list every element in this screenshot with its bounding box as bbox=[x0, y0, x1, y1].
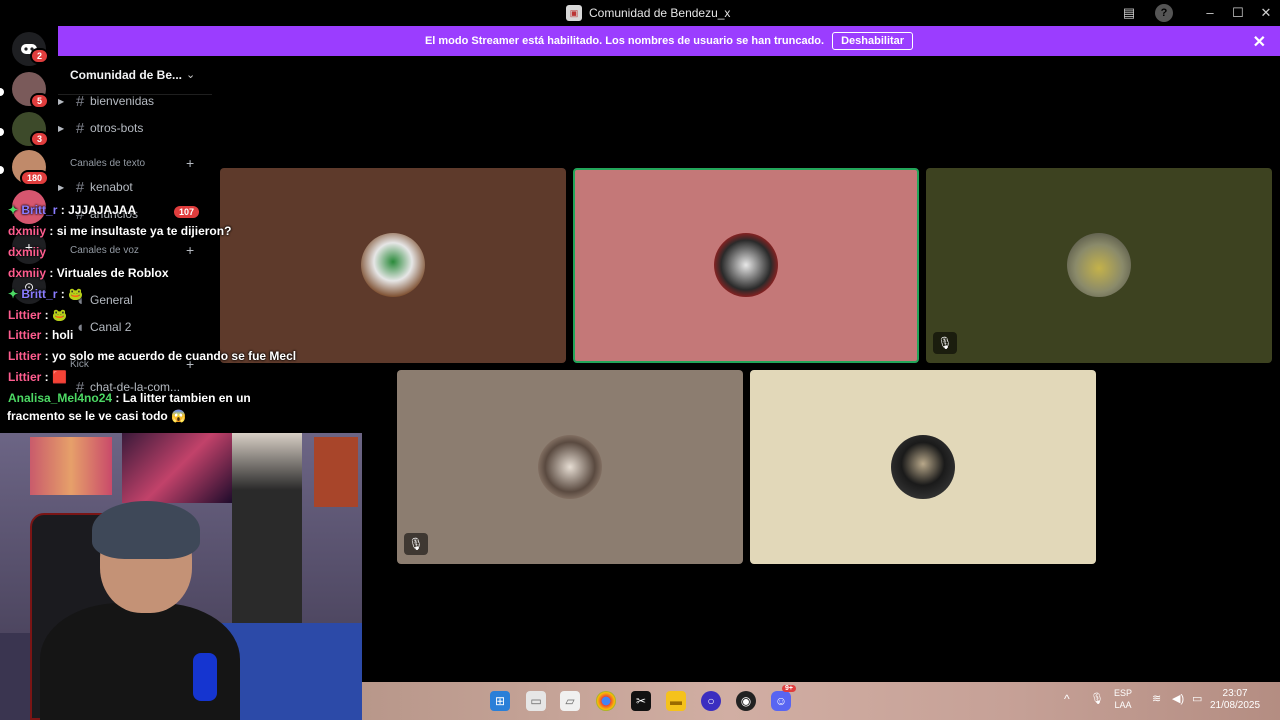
server-badge: 180 bbox=[20, 170, 50, 186]
channel-otros-bots[interactable]: ▶ # otros-bots bbox=[58, 117, 212, 139]
chat-line: Littier : 🐸 bbox=[8, 308, 67, 322]
channel-sidebar: Comunidad de Be... ⌄ ▶ # bienvenidas ▶ #… bbox=[58, 56, 212, 436]
app-icon[interactable]: ○ bbox=[701, 691, 721, 711]
banner-text: El modo Streamer está habilitado. Los no… bbox=[424, 35, 825, 47]
category-voice-channels[interactable]: Canales de voz bbox=[70, 245, 139, 256]
category-text-channels[interactable]: Canales de texto bbox=[70, 158, 145, 169]
emote-icon: 🟥 bbox=[52, 370, 67, 384]
emote-icon: 😱 bbox=[167, 409, 187, 423]
voice-channel-canal-2[interactable]: ◖ Canal 2 bbox=[58, 316, 212, 338]
chat-line: dxmiiy bbox=[8, 245, 47, 259]
caret-icon: ▶ bbox=[58, 182, 65, 192]
chat-line: fracmento se le ve casi todo 😱 bbox=[7, 409, 187, 423]
mic-muted-icon: 🎙 bbox=[404, 533, 428, 555]
channel-label: otros-bots bbox=[90, 121, 144, 135]
channel-label: General bbox=[90, 293, 133, 307]
close-icon[interactable]: ✕ bbox=[1253, 32, 1266, 52]
minimize-button[interactable]: – bbox=[1201, 4, 1219, 22]
obs-icon[interactable]: ◉ bbox=[736, 691, 756, 711]
hash-icon: # bbox=[75, 178, 85, 196]
video-tile[interactable] bbox=[750, 370, 1096, 564]
hash-icon: # bbox=[75, 119, 85, 137]
volume-icon[interactable]: ◀) bbox=[1172, 693, 1184, 705]
wifi-icon[interactable]: ≋ bbox=[1152, 693, 1161, 705]
discord-taskbar-badge: 9+ bbox=[782, 685, 796, 692]
channel-label: Canal 2 bbox=[90, 320, 132, 334]
channel-kenabot[interactable]: ▶ # kenabot bbox=[58, 176, 212, 198]
poster bbox=[314, 437, 358, 507]
home-badge: 2 bbox=[30, 48, 50, 64]
sub-badge-icon: ✦ bbox=[8, 287, 22, 301]
capcut-icon[interactable]: ✂ bbox=[631, 691, 651, 711]
screen: ▣ Comunidad de Bendezu_x ▤ ? – ☐ ✕ El mo… bbox=[0, 0, 1280, 720]
chat-line: Littier : 🟥 bbox=[8, 370, 67, 384]
inbox-icon[interactable]: ▤ bbox=[1120, 4, 1138, 22]
chat-line: dxmiiy : Virtuales de Roblox bbox=[8, 266, 169, 280]
avatar bbox=[891, 435, 955, 499]
sub-badge-icon: ✦ bbox=[8, 203, 22, 217]
unread-indicator bbox=[0, 128, 4, 136]
chat-line: Littier : yo solo me acuerdo de cuando s… bbox=[8, 349, 297, 363]
chevron-down-icon[interactable]: ⌄ bbox=[186, 68, 195, 81]
poster bbox=[122, 433, 234, 503]
video-tile[interactable] bbox=[220, 168, 566, 363]
discord-icon[interactable]: ☺ bbox=[771, 691, 791, 711]
battery-icon[interactable]: ▭ bbox=[1192, 693, 1202, 705]
channel-badge: 107 bbox=[174, 206, 200, 218]
video-tile[interactable]: 🎙 bbox=[926, 168, 1272, 363]
webcam-feed bbox=[0, 433, 362, 720]
channel-label: bienvenidas bbox=[90, 94, 155, 108]
disable-streamer-button[interactable]: Deshabilitar bbox=[832, 32, 914, 50]
chat-line: ✦ Britt_r : JJJAJAJAA bbox=[8, 203, 137, 217]
video-tile-speaking[interactable] bbox=[573, 168, 919, 363]
chat-line: Analisa_Mel4no24 : La litter tambien en … bbox=[8, 391, 251, 405]
caret-icon: ▶ bbox=[58, 96, 65, 106]
server-name[interactable]: Comunidad de Be... bbox=[70, 68, 182, 82]
hash-icon: # bbox=[75, 92, 85, 110]
cutout-figure bbox=[232, 433, 302, 623]
start-icon[interactable]: ⊞ bbox=[490, 691, 510, 711]
add-channel-icon[interactable]: + bbox=[186, 242, 194, 258]
avatar bbox=[538, 435, 602, 499]
unread-indicator bbox=[0, 166, 4, 174]
chat-line: dxmiiy : si me insultaste ya te dijieron… bbox=[8, 224, 232, 238]
emote-icon: 🐸 bbox=[68, 287, 84, 301]
mic-muted-icon: 🎙 bbox=[933, 332, 957, 354]
avatar bbox=[714, 233, 778, 297]
window-title-bar: ▣ Comunidad de Bendezu_x ▤ ? – ☐ ✕ bbox=[0, 0, 1280, 26]
window-title: ▣ Comunidad de Bendezu_x bbox=[566, 5, 730, 21]
chevron-up-icon[interactable]: ^ bbox=[1064, 693, 1070, 705]
taskbar: ⊞ ▭ ▱ ✂ ▬ ○ ◉ ☺ 9+ ^ 🎙 ESP LAA ≋ ◀) ▭ 23… bbox=[362, 682, 1280, 720]
mic-icon[interactable]: 🎙 bbox=[1090, 693, 1104, 705]
window-title-text: Comunidad de Bendezu_x bbox=[589, 6, 731, 20]
unread-indicator bbox=[0, 88, 4, 96]
file-icon[interactable]: ▭ bbox=[526, 691, 546, 711]
microphone bbox=[193, 653, 217, 701]
server-badge: 3 bbox=[30, 131, 50, 147]
person-hair bbox=[92, 501, 200, 559]
chat-line: ✦ Britt_r : 🐸 bbox=[8, 287, 84, 301]
streamer-mode-banner: El modo Streamer está habilitado. Los no… bbox=[58, 26, 1280, 56]
explorer-icon[interactable]: ▬ bbox=[666, 691, 686, 711]
server-badge: 5 bbox=[30, 93, 50, 109]
chat-line: Littier : holi bbox=[8, 328, 74, 342]
emote-icon: 🐸 bbox=[52, 308, 67, 322]
language-indicator[interactable]: ESP LAA bbox=[1114, 687, 1132, 711]
add-channel-icon[interactable]: + bbox=[186, 155, 194, 171]
chrome-icon[interactable] bbox=[596, 691, 616, 711]
video-tile[interactable]: 🎙 bbox=[397, 370, 743, 564]
channel-label: kenabot bbox=[90, 180, 133, 194]
maximize-button[interactable]: ☐ bbox=[1229, 4, 1247, 22]
channel-bienvenidas[interactable]: ▶ # bienvenidas bbox=[58, 90, 212, 112]
clock[interactable]: 23:07 21/08/2025 bbox=[1210, 688, 1260, 712]
close-window-button[interactable]: ✕ bbox=[1257, 4, 1275, 22]
discord-app-icon: ▣ bbox=[566, 5, 582, 21]
poster bbox=[30, 437, 112, 495]
caret-icon: ▶ bbox=[58, 123, 65, 133]
avatar bbox=[1067, 233, 1131, 297]
notes-icon[interactable]: ▱ bbox=[560, 691, 580, 711]
help-icon[interactable]: ? bbox=[1155, 4, 1173, 22]
avatar bbox=[361, 233, 425, 297]
